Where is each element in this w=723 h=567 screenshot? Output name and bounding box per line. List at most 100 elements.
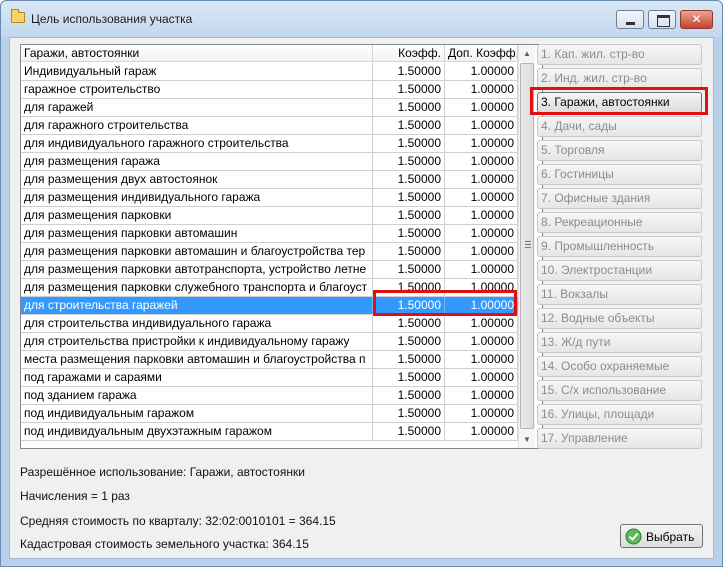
row-name-cell: под зданием гаража: [21, 387, 373, 404]
row-extra-coef-cell: 1.00000: [445, 63, 518, 80]
row-name-cell: под индивидуальным двухэтажным гаражом: [21, 423, 373, 440]
vertical-scrollbar[interactable]: ▲ ▼: [518, 45, 535, 448]
row-extra-coef-cell: 1.00000: [445, 99, 518, 116]
table-row[interactable]: Индивидуальный гараж 1.50000 1.00000: [21, 63, 518, 81]
table-row[interactable]: для индивидуального гаражного строительс…: [21, 135, 518, 153]
row-name-cell: для размещения парковки служебного транс…: [21, 279, 373, 296]
category-button[interactable]: 10. Электростанции: [537, 260, 702, 281]
row-extra-coef-cell: 1.00000: [445, 243, 518, 260]
row-coef-cell: 1.50000: [373, 315, 445, 332]
table-row[interactable]: для размещения парковки 1.50000 1.00000: [21, 207, 518, 225]
row-extra-coef-cell: 1.00000: [445, 135, 518, 152]
row-name-cell: для индивидуального гаражного строительс…: [21, 135, 373, 152]
table-row[interactable]: для размещения парковки автомашин и благ…: [21, 243, 518, 261]
row-extra-coef-cell: 1.00000: [445, 207, 518, 224]
table-body: Индивидуальный гараж 1.50000 1.00000 гаражн…: [21, 63, 518, 441]
row-coef-cell: 1.50000: [373, 297, 445, 314]
title-bar[interactable]: Цель использования участка ✕: [1, 1, 722, 37]
checkmark-icon: [625, 528, 642, 545]
table-row[interactable]: для размещения двух автостоянок 1.50000 1.…: [21, 171, 518, 189]
scrollbar-thumb[interactable]: [520, 63, 534, 429]
row-extra-coef-cell: 1.00000: [445, 279, 518, 296]
table-row[interactable]: под индивидуальным двухэтажным гаражом 1.…: [21, 423, 518, 441]
category-button[interactable]: 2. Инд. жил. стр-во: [537, 68, 702, 89]
row-extra-coef-cell: 1.00000: [445, 297, 518, 314]
table-row[interactable]: гаражное строительство 1.50000 1.00000: [21, 81, 518, 99]
table-row[interactable]: для строительства гаражей 1.50000 1.00000: [21, 297, 518, 315]
row-coef-cell: 1.50000: [373, 117, 445, 134]
category-button[interactable]: 15. С/х использование: [537, 380, 702, 401]
average-cost-text: Средняя стоимость по кварталу: 32:02:001…: [20, 514, 336, 528]
row-coef-cell: 1.50000: [373, 135, 445, 152]
row-name-cell: для гаражей: [21, 99, 373, 116]
row-name-cell: для размещения двух автостоянок: [21, 171, 373, 188]
table-row[interactable]: для размещения индивидуального гаража 1.5…: [21, 189, 518, 207]
row-name-cell: места размещения парковки автомашин и бл…: [21, 351, 373, 368]
maximize-button[interactable]: [648, 10, 676, 29]
row-coef-cell: 1.50000: [373, 63, 445, 80]
table-row[interactable]: места размещения парковки автомашин и бл…: [21, 351, 518, 369]
table-row[interactable]: для строительства индивидуального гаража…: [21, 315, 518, 333]
minimize-icon: [617, 11, 643, 28]
row-name-cell: для размещения парковки автомашин: [21, 225, 373, 242]
folder-icon: [11, 9, 25, 23]
row-coef-cell: 1.50000: [373, 207, 445, 224]
row-coef-cell: 1.50000: [373, 351, 445, 368]
category-button[interactable]: 17. Управление: [537, 428, 702, 449]
usage-table: Гаражи, автостоянки Коэфф. Доп. Коэфф. И…: [20, 44, 543, 449]
row-name-cell: для строительства гаражей: [21, 297, 373, 314]
category-button[interactable]: 5. Торговля: [537, 140, 702, 161]
scroll-down-icon[interactable]: ▼: [519, 431, 535, 448]
row-extra-coef-cell: 1.00000: [445, 333, 518, 350]
table-row[interactable]: под индивидуальным гаражом 1.50000 1.00000: [21, 405, 518, 423]
row-name-cell: для гаражного строительства: [21, 117, 373, 134]
category-button[interactable]: 1. Кап. жил. стр-во: [537, 44, 702, 65]
row-extra-coef-cell: 1.00000: [445, 153, 518, 170]
row-coef-cell: 1.50000: [373, 243, 445, 260]
dialog-window: Цель использования участка ✕ Гаражи, авт…: [0, 0, 723, 567]
window-title: Цель использования участка: [31, 12, 193, 26]
close-button[interactable]: ✕: [680, 10, 713, 29]
column-header-extra-coef[interactable]: Доп. Коэфф.: [445, 45, 518, 62]
row-coef-cell: 1.50000: [373, 279, 445, 296]
select-button[interactable]: Выбрать: [620, 524, 703, 548]
table-row[interactable]: для гаражного строительства 1.50000 1.0000…: [21, 117, 518, 135]
row-extra-coef-cell: 1.00000: [445, 225, 518, 242]
column-header-coef[interactable]: Коэфф.: [373, 45, 445, 62]
category-button[interactable]: 9. Промышленность: [537, 236, 702, 257]
category-button[interactable]: 16. Улицы, площади: [537, 404, 702, 425]
row-coef-cell: 1.50000: [373, 171, 445, 188]
maximize-icon: [649, 11, 675, 28]
category-button[interactable]: 8. Рекреационные: [537, 212, 702, 233]
table-row[interactable]: для размещения гаража 1.50000 1.00000: [21, 153, 518, 171]
category-button[interactable]: 4. Дачи, сады: [537, 116, 702, 137]
category-button[interactable]: 7. Офисные здания: [537, 188, 702, 209]
row-extra-coef-cell: 1.00000: [445, 171, 518, 188]
category-button[interactable]: 12. Водные объекты: [537, 308, 702, 329]
row-name-cell: для размещения гаража: [21, 153, 373, 170]
table-header: Гаражи, автостоянки Коэфф. Доп. Коэфф.: [21, 45, 518, 62]
column-header-name[interactable]: Гаражи, автостоянки: [21, 45, 373, 62]
scroll-up-icon[interactable]: ▲: [519, 45, 535, 62]
minimize-button[interactable]: [616, 10, 644, 29]
allowed-use-text: Разрешённое использование: Гаражи, автос…: [20, 465, 305, 479]
category-button[interactable]: 11. Вокзалы: [537, 284, 702, 305]
category-button[interactable]: 13. Ж/д пути: [537, 332, 702, 353]
table-row[interactable]: для размещения парковки автомашин 1.50000…: [21, 225, 518, 243]
category-button[interactable]: 14. Особо охраняемые: [537, 356, 702, 377]
row-extra-coef-cell: 1.00000: [445, 81, 518, 98]
row-coef-cell: 1.50000: [373, 261, 445, 278]
table-row[interactable]: для строительства пристройки к индивидуа…: [21, 333, 518, 351]
row-coef-cell: 1.50000: [373, 333, 445, 350]
table-row[interactable]: под гаражами и сараями 1.50000 1.00000: [21, 369, 518, 387]
cadastral-cost-text: Кадастровая стоимость земельного участка…: [20, 537, 309, 551]
category-button[interactable]: 6. Гостиницы: [537, 164, 702, 185]
table-row[interactable]: под зданием гаража 1.50000 1.00000: [21, 387, 518, 405]
row-coef-cell: 1.50000: [373, 423, 445, 440]
table-row[interactable]: для размещения парковки служебного транс…: [21, 279, 518, 297]
table-row[interactable]: для гаражей 1.50000 1.00000: [21, 99, 518, 117]
row-extra-coef-cell: 1.00000: [445, 405, 518, 422]
grip-icon: [525, 241, 531, 248]
category-button[interactable]: 3. Гаражи, автостоянки: [537, 92, 702, 113]
table-row[interactable]: для размещения парковки автотранспорта, …: [21, 261, 518, 279]
